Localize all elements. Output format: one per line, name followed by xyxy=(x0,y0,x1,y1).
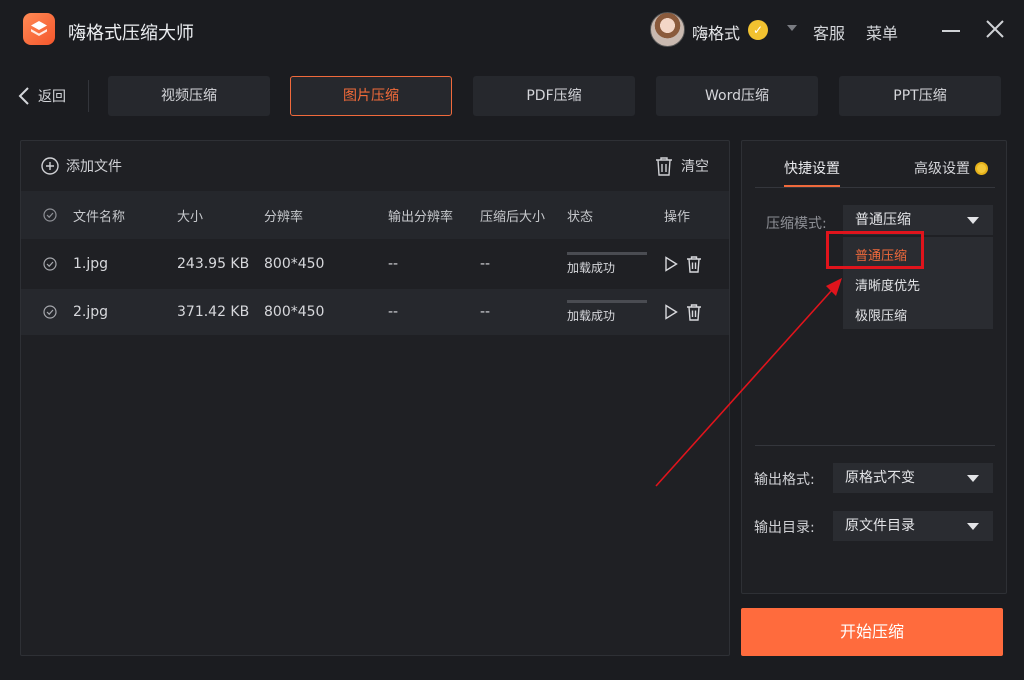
table-row[interactable]: 2.jpg 371.42 KB 800*450 -- -- 加载成功 xyxy=(21,289,729,335)
tabs-divider xyxy=(755,187,995,188)
select-all-checkbox[interactable] xyxy=(43,191,57,239)
status-cell: 加载成功 xyxy=(567,289,647,335)
mode-option-extreme[interactable]: 极限压缩 xyxy=(855,305,907,324)
coin-icon xyxy=(975,161,988,175)
compressed-size: -- xyxy=(480,304,491,320)
caret-down-icon xyxy=(967,523,979,530)
mode-select-value: 普通压缩 xyxy=(855,212,911,228)
mode-label: 压缩模式: xyxy=(766,216,827,232)
output-dir-select[interactable]: 原文件目录 xyxy=(833,511,993,541)
settings-panel: 快捷设置 高级设置 压缩模式: 普通压缩 普通压缩 清晰度优先 极限压缩 输出格… xyxy=(741,140,1007,594)
delete-icon[interactable] xyxy=(686,303,702,321)
user-name[interactable]: 嗨格式 xyxy=(692,20,740,44)
caret-down-icon xyxy=(967,217,979,224)
delete-icon[interactable] xyxy=(686,255,702,273)
col-resolution: 分辨率 xyxy=(264,209,304,225)
row-actions xyxy=(664,289,702,335)
output-format-value: 原格式不变 xyxy=(845,470,915,486)
vip-badge-icon: ✓ xyxy=(748,20,768,40)
title-bar: 嗨格式压缩大师 嗨格式 ✓ 客服 菜单 xyxy=(0,0,1024,60)
output-resolution: -- xyxy=(388,304,399,320)
output-format-select[interactable]: 原格式不变 xyxy=(833,463,993,493)
table-header: 文件名称 大小 分辨率 输出分辨率 压缩后大小 状态 操作 xyxy=(21,191,729,239)
progress-bar xyxy=(567,252,647,255)
add-circle-icon xyxy=(41,157,59,175)
tab-ppt-compress[interactable]: PPT压缩 xyxy=(839,76,1001,116)
col-actions: 操作 xyxy=(664,209,691,225)
check-circle-icon xyxy=(43,257,57,271)
caret-down-icon xyxy=(967,475,979,482)
output-resolution: -- xyxy=(388,256,399,272)
progress-bar xyxy=(567,300,647,303)
output-dir-label: 输出目录: xyxy=(754,520,815,536)
app-logo-icon xyxy=(23,13,55,45)
start-compress-button[interactable]: 开始压缩 xyxy=(741,608,1003,656)
back-label: 返回 xyxy=(38,89,66,105)
file-size: 371.42 KB xyxy=(177,304,250,320)
add-file-label: 添加文件 xyxy=(66,159,122,175)
mode-option-clarity[interactable]: 清晰度优先 xyxy=(855,275,920,294)
status-cell: 加载成功 xyxy=(567,241,647,287)
output-dir-value: 原文件目录 xyxy=(845,518,915,534)
col-filename: 文件名称 xyxy=(73,209,126,225)
tab-image-compress[interactable]: 图片压缩 xyxy=(290,76,452,116)
close-icon[interactable] xyxy=(985,19,1005,39)
app-title: 嗨格式压缩大师 xyxy=(68,23,194,44)
check-circle-icon xyxy=(43,208,57,222)
service-button[interactable]: 客服 xyxy=(813,20,845,44)
col-output-resolution: 输出分辨率 xyxy=(388,209,454,225)
active-tab-indicator xyxy=(784,185,840,187)
col-size: 大小 xyxy=(177,209,204,225)
check-circle-icon xyxy=(43,305,57,319)
table-row[interactable]: 1.jpg 243.95 KB 800*450 -- -- 加载成功 xyxy=(21,241,729,287)
advanced-settings-label: 高级设置 xyxy=(914,161,970,177)
status-text: 加载成功 xyxy=(567,261,616,275)
file-resolution: 800*450 xyxy=(264,256,325,272)
clear-button[interactable]: 清空 xyxy=(655,156,709,176)
annotation-highlight-box xyxy=(826,231,924,269)
play-icon[interactable] xyxy=(664,256,678,272)
row-checkbox[interactable] xyxy=(43,289,57,335)
tab-quick-settings[interactable]: 快捷设置 xyxy=(784,158,840,178)
file-list-panel: 添加文件 清空 文件名称 大小 分辨率 输出分辨率 压缩后大小 状态 操作 1.… xyxy=(20,140,730,656)
file-name: 1.jpg xyxy=(73,256,109,272)
compressed-size: -- xyxy=(480,256,491,272)
file-resolution: 800*450 xyxy=(264,304,325,320)
file-name: 2.jpg xyxy=(73,304,109,320)
row-actions xyxy=(664,241,702,287)
avatar[interactable] xyxy=(650,12,685,47)
user-menu-caret-icon[interactable] xyxy=(786,22,798,34)
col-status: 状态 xyxy=(567,209,594,225)
tab-advanced-settings[interactable]: 高级设置 xyxy=(914,158,988,178)
file-size: 243.95 KB xyxy=(177,256,250,272)
add-file-button[interactable]: 添加文件 xyxy=(41,156,122,176)
nav-divider xyxy=(88,80,89,112)
menu-button[interactable]: 菜单 xyxy=(866,20,898,44)
tab-video-compress[interactable]: 视频压缩 xyxy=(108,76,270,116)
chevron-left-icon xyxy=(18,87,29,105)
status-text: 加载成功 xyxy=(567,309,616,323)
minimize-icon[interactable] xyxy=(942,30,960,32)
settings-divider xyxy=(755,445,995,446)
play-icon[interactable] xyxy=(664,304,678,320)
back-button[interactable]: 返回 xyxy=(18,86,66,106)
row-checkbox[interactable] xyxy=(43,241,57,287)
trash-icon xyxy=(656,157,672,176)
tab-pdf-compress[interactable]: PDF压缩 xyxy=(473,76,635,116)
clear-label: 清空 xyxy=(681,159,709,175)
col-compressed-size: 压缩后大小 xyxy=(480,209,546,225)
output-format-label: 输出格式: xyxy=(754,472,815,488)
tab-word-compress[interactable]: Word压缩 xyxy=(656,76,818,116)
